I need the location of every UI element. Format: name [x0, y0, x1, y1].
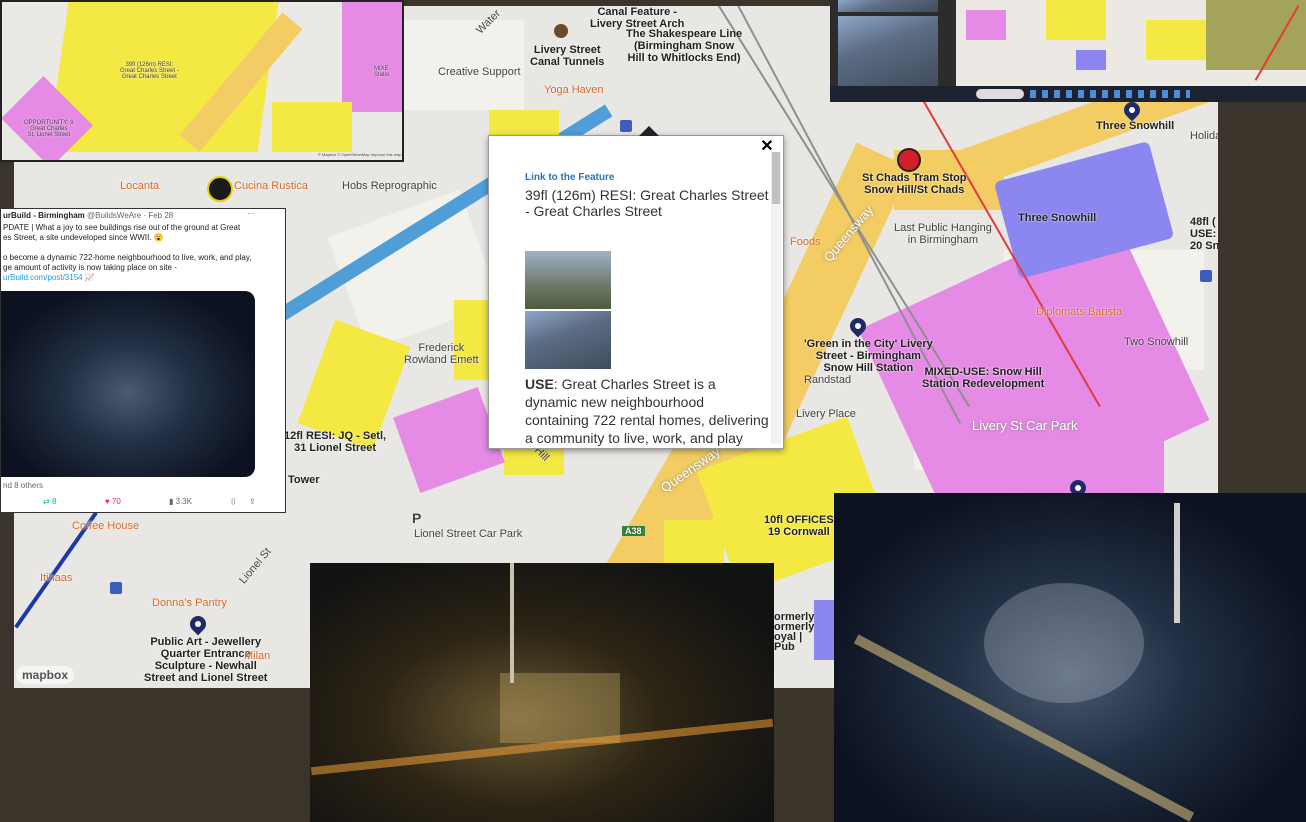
label-two-snowhill: Two Snowhill [1124, 336, 1189, 348]
feature-title: 39fl (126m) RESI: Great Charles Street -… [525, 187, 769, 219]
tweet-image[interactable] [1, 291, 255, 477]
tweet-card[interactable]: urBuild - Birmingham @BuildsWeAre · Feb … [0, 208, 286, 513]
feature-image-aerial[interactable] [525, 251, 611, 309]
share-icon[interactable]: ⇪ [249, 497, 256, 506]
canal-feature-icon[interactable] [554, 24, 568, 38]
background-strip [400, 0, 830, 6]
bookmark-icon[interactable]: ⌷ [231, 497, 236, 507]
taskbar-icons[interactable] [1030, 90, 1190, 98]
label-yoga-haven: Yoga Haven [544, 84, 604, 96]
tram-stop-icon[interactable] [897, 148, 921, 172]
feature-description: USE: Great Charles Street is a dynamic n… [525, 375, 769, 447]
label-livery-canal-tunnels: Livery Street Canal Tunnels [530, 44, 605, 68]
label-coffee-house: Coffee House [72, 520, 140, 532]
label-resi-jq: 12fl RESI: JQ - Setl, 31 Lionel Street [284, 430, 387, 454]
label-hobs-repro: Hobs Reprographic [342, 180, 437, 192]
label-milan: Milan [244, 650, 271, 662]
taskbar [830, 86, 1306, 102]
label-livery-car-park: Livery St Car Park [972, 418, 1078, 433]
bus-stop-icon [110, 582, 122, 594]
label-last-public: Last Public Hanging in Birmingham [894, 222, 992, 246]
label-frederick: Frederick Rowland Emett [404, 342, 479, 366]
tweet-liked-by[interactable]: nd 8 others [3, 481, 43, 490]
inset-label-resi: 39fl (126m) RESI: Great Charles Street -… [120, 62, 179, 80]
tweet-author[interactable]: urBuild - Birmingham [3, 211, 85, 220]
popup-scrollbar[interactable] [771, 152, 781, 444]
label-three-snowhill-top: Three Snowhill [1096, 120, 1175, 132]
label-holiday: Holida [1190, 130, 1218, 142]
building-photo [838, 16, 938, 86]
bus-stop-icon [620, 120, 632, 132]
map-pin-public-art[interactable] [186, 612, 210, 636]
label-lionel-st: Lionel St [237, 545, 274, 587]
mapbox-logo[interactable]: mapbox [16, 666, 75, 684]
tweet-line-4: ge amount of activity is now taking plac… [3, 263, 177, 272]
feature-image-tower[interactable] [525, 311, 611, 369]
label-office10: 10fl OFFICES 19 Cornwall [764, 514, 834, 538]
label-mixed-use: MIXED-USE: Snow Hill Station Redevelopme… [922, 366, 1045, 390]
use-text: : Great Charles Street is a dynamic new … [525, 376, 769, 446]
bus-stop-icon [1200, 270, 1212, 282]
label-cucina-rustica: Cucina Rustica [234, 180, 308, 192]
taskbar-search[interactable] [976, 89, 1024, 99]
label-donnas-pantry: Donna's Pantry [152, 597, 227, 609]
night-fisheye-photo[interactable] [834, 493, 1306, 822]
label-lionel-car-park: Lionel Street Car Park [414, 528, 523, 540]
tweet-line-1: PDATE | What a joy to see buildings rise… [3, 223, 241, 232]
popup-pointer [639, 126, 659, 136]
like-value: 70 [111, 497, 121, 506]
inset-screenshot-right [830, 0, 1306, 102]
like-count[interactable]: ♥ 70 [105, 497, 121, 506]
use-label: USE [525, 376, 554, 392]
label-st-chads: St Chads Tram Stop Snow Hill/St Chads [862, 172, 967, 196]
label-randstad: Randstad [804, 374, 852, 386]
label-locanta: Locanta [120, 180, 160, 192]
label-a38: A38 [622, 526, 645, 536]
label-creative-support: Creative Support [438, 66, 521, 78]
view-count[interactable]: ▮ 3.3K [169, 497, 192, 506]
night-aerial-photo[interactable] [310, 563, 774, 822]
feature-link[interactable]: Link to the Feature [525, 172, 769, 183]
retweet-count[interactable]: ⇄ 8 [43, 497, 56, 506]
label-livery-place: Livery Place [796, 408, 856, 420]
tweet-handle: @BuildsWeAre · Feb 28 [87, 211, 174, 220]
inset-label-mixed: MIXE Statio [374, 66, 390, 78]
inset-map-left: 39fl (126m) RESI: Great Charles Street -… [0, 0, 404, 162]
label-shakespeare-line: The Shakespeare Line (Birmingham Snow Hi… [626, 28, 743, 64]
inset-footer: © Mapbox © OpenStreetMap Improve this ma… [318, 152, 402, 157]
label-foods: Foods [790, 236, 821, 248]
label-formerly: ormerly ormerly oyal | Pub [774, 611, 815, 653]
feature-popup: ✕ Link to the Feature 39fl (126m) RESI: … [488, 126, 784, 449]
label-itihaas: Itihaas [40, 572, 73, 584]
inset-label-opportunity: OPPORTUNITY: 9 Great Charles St, Lionel … [24, 120, 74, 138]
label-tower: Tower [288, 474, 320, 486]
label-diplomats: Diplomats Barista [1036, 306, 1123, 318]
tweet-link[interactable]: urBuild.com/post/3154 📈 [3, 273, 95, 282]
label-three-snowhill: Three Snowhill [1018, 212, 1097, 224]
tweet-line-2: es Street, a site undeveloped since WWII… [3, 233, 164, 242]
label-resi48: 48fl ( USE: 2 20 Sno [1190, 216, 1218, 252]
label-canal-feature: Canal Feature - Livery Street Arch [590, 6, 685, 30]
more-icon[interactable]: ··· [247, 209, 255, 218]
tweet-line-3: o become a dynamic 722-home neighbourhoo… [3, 253, 252, 262]
label-green-city: 'Green in the City' Livery Street - Birm… [804, 338, 933, 374]
pub-icon[interactable] [207, 176, 233, 202]
retweet-value: 8 [51, 497, 57, 506]
label-car-park-p: P [412, 510, 422, 526]
view-value: 3.3K [175, 497, 193, 506]
